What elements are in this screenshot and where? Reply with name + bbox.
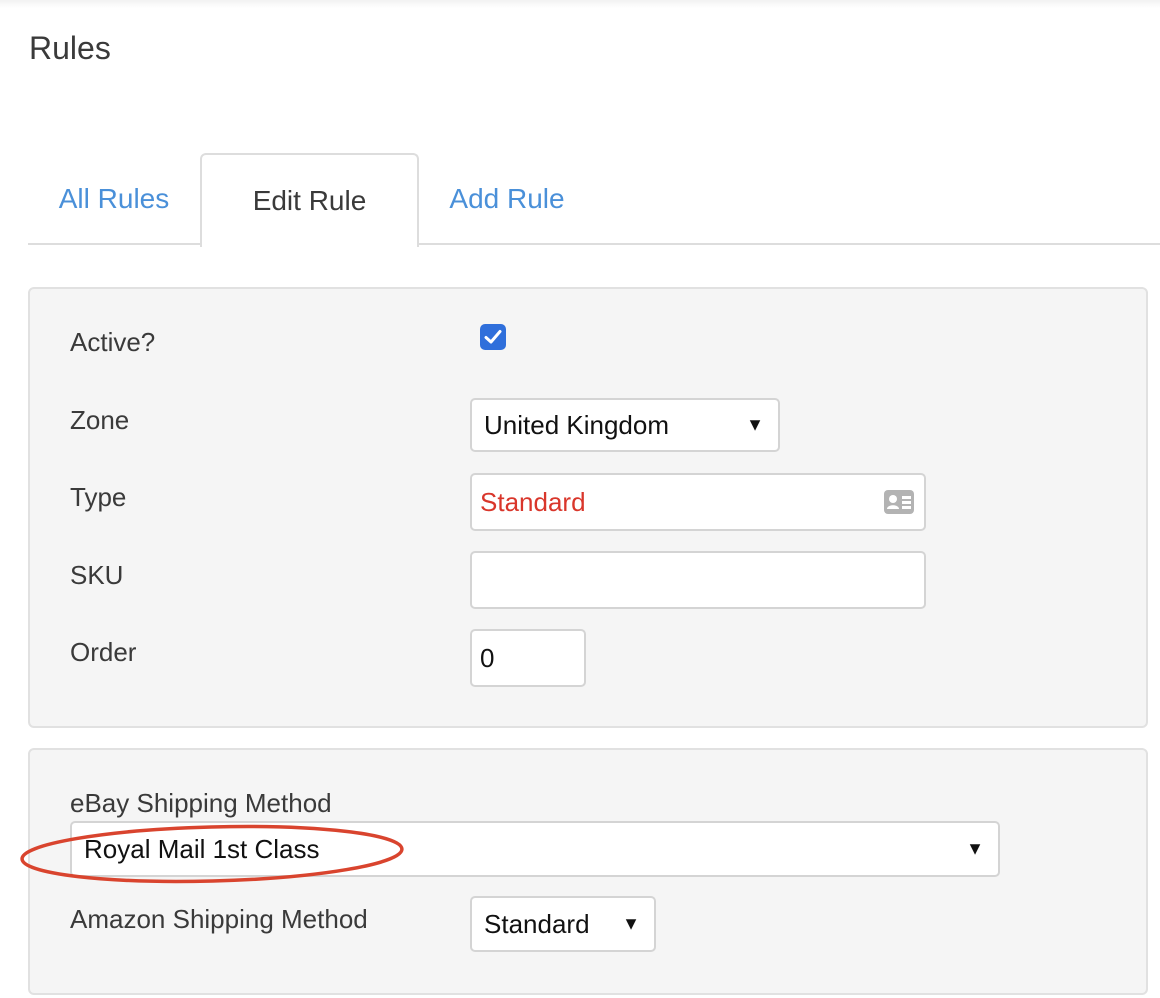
order-input[interactable]: 0: [470, 629, 586, 687]
check-icon: [484, 330, 502, 344]
ebay-shipping-label: eBay Shipping Method: [70, 788, 332, 818]
sku-label: SKU: [70, 560, 124, 590]
zone-select-value: United Kingdom: [484, 409, 669, 440]
tab-edit-rule[interactable]: Edit Rule: [200, 153, 419, 247]
tab-all-rules[interactable]: All Rules: [28, 153, 200, 245]
chevron-down-icon: ▼: [746, 414, 764, 435]
amazon-shipping-label: Amazon Shipping Method: [70, 904, 368, 934]
type-input[interactable]: Standard: [470, 473, 926, 531]
ebay-shipping-select[interactable]: Royal Mail 1st Class ▼: [70, 821, 1000, 877]
tab-add-rule[interactable]: Add Rule: [419, 153, 595, 245]
zone-label: Zone: [70, 405, 130, 435]
ebay-shipping-select-value: Royal Mail 1st Class: [84, 833, 320, 864]
type-input-value: Standard: [480, 486, 586, 517]
order-label: Order: [70, 637, 137, 667]
page-title: Rules: [29, 30, 111, 66]
rule-details-panel: Active? Zone United Kingdom ▼ Type Stand…: [28, 287, 1148, 728]
type-label: Type: [70, 482, 127, 512]
amazon-shipping-select-value: Standard: [484, 908, 590, 939]
active-label: Active?: [70, 327, 156, 357]
chevron-down-icon: ▼: [622, 913, 640, 934]
amazon-shipping-select[interactable]: Standard ▼: [470, 896, 656, 952]
top-shadow: [0, 0, 1160, 8]
sku-input[interactable]: [470, 551, 926, 609]
active-checkbox[interactable]: [480, 324, 506, 350]
order-input-value: 0: [480, 642, 495, 673]
shipping-methods-panel: eBay Shipping Method Royal Mail 1st Clas…: [28, 748, 1148, 995]
zone-select[interactable]: United Kingdom ▼: [470, 398, 780, 452]
contact-card-icon: [884, 490, 914, 514]
chevron-down-icon: ▼: [966, 838, 984, 859]
